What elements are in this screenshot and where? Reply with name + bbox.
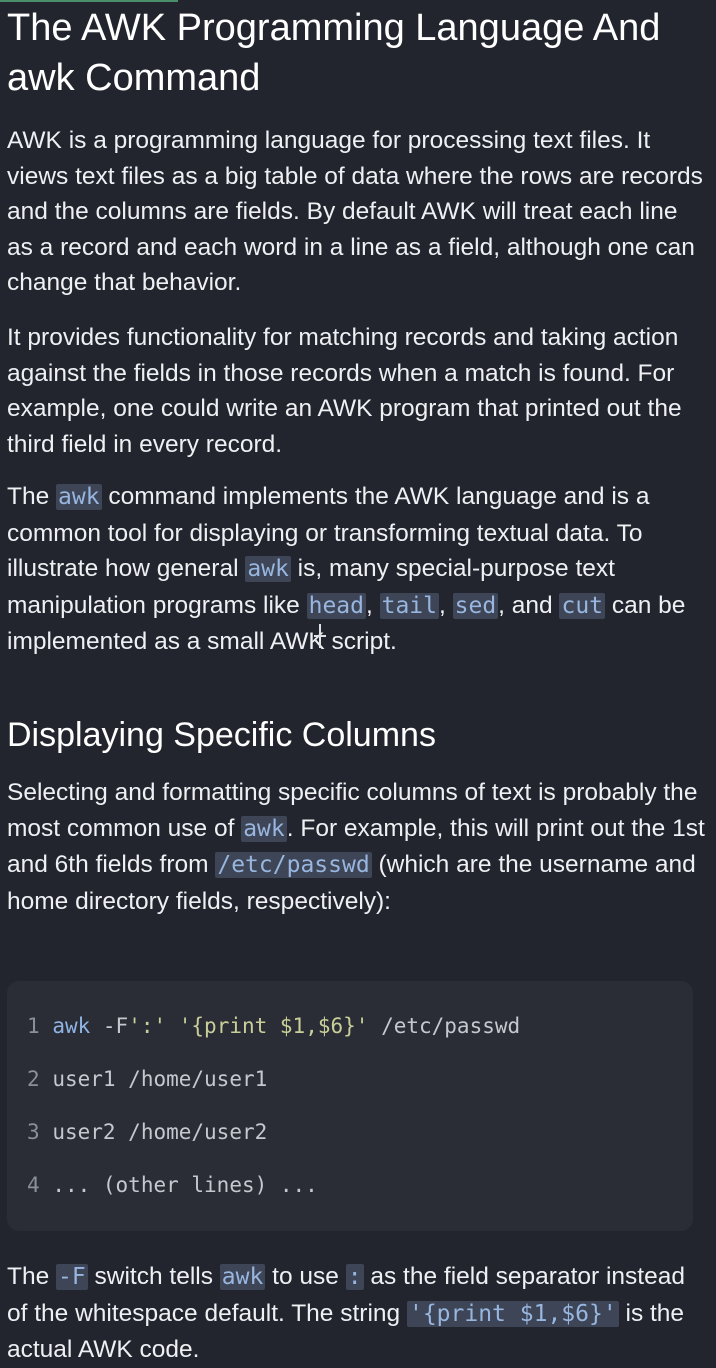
code-program: '{print $1,$6}' [166,1014,369,1038]
code-output: user2 /home/user2 [52,1120,268,1144]
text-segment: to use [265,1263,346,1290]
columns-paragraph: Selecting and formatting specific column… [7,775,707,919]
line-number: 1 [27,1014,40,1038]
line-number: 4 [27,1173,40,1197]
text-segment: The [7,483,57,510]
inline-code-colon: : [345,1264,364,1290]
inline-code-awk: awk [241,815,287,842]
text-segment: switch tells [87,1263,220,1290]
code-line-1: 1 awk -F':' '{print $1,$6}' /etc/passwd [27,1011,520,1041]
code-command: awk [52,1014,91,1038]
code-separator: ':' [128,1014,167,1038]
code-line-3: 3 user2 /home/user2 [27,1117,267,1147]
code-flag: -F [90,1014,129,1038]
code-block[interactable]: 1 awk -F':' '{print $1,$6}' /etc/passwd … [7,981,693,1231]
text-segment: , [365,591,380,619]
text-cursor-icon [313,624,327,648]
reading-progress-bar [0,0,178,2]
functionality-paragraph: It provides functionality for matching r… [7,324,682,458]
intro-paragraph: AWK is a programming language for proces… [7,127,703,297]
awk-command-paragraph: The awk command implements the AWK langu… [7,479,707,660]
inline-code-head: head [306,592,366,619]
code-file: /etc/passwd [368,1014,521,1038]
inline-code-awk: awk [219,1264,266,1290]
page-title: The AWK Programming Language And awk Com… [7,7,661,99]
code-output: user1 /home/user1 [52,1067,268,1091]
section-heading: Displaying Specific Columns [7,716,436,754]
inline-code-tail: tail [379,592,439,619]
inline-code-awk: awk [56,484,102,510]
inline-code-passwd-path: /etc/passwd [215,852,372,879]
inline-code-awk-program: '{print $1,$6}' [406,1300,619,1327]
code-line-4: 4 ... (other lines) ... [27,1170,318,1200]
inline-code-f-switch: -F [56,1264,88,1290]
code-line-2: 2 user1 /home/user1 [27,1064,267,1094]
inline-code-cut: cut [559,592,606,619]
inline-code-awk: awk [245,556,291,583]
code-output: ... (other lines) ... [52,1173,318,1197]
text-segment: , [439,591,453,619]
line-number: 3 [27,1120,40,1144]
line-number: 2 [27,1067,40,1091]
inline-code-sed: sed [452,592,499,619]
text-segment: , and [498,591,560,619]
text-segment: The [7,1263,57,1290]
separator-paragraph: The -F switch tells awk to use : as the … [7,1259,707,1368]
